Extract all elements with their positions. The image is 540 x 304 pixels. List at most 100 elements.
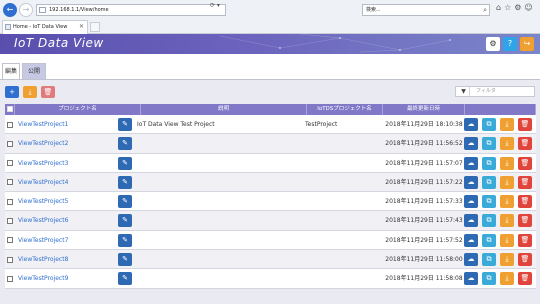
- tab-title: Home - IoT Data View: [13, 24, 68, 30]
- export-icon[interactable]: ⤓: [500, 272, 514, 286]
- copy-icon[interactable]: ⧉: [482, 118, 496, 131]
- filter-input[interactable]: ▼ フィルタ: [455, 86, 535, 97]
- copy-icon[interactable]: ⧉: [482, 214, 496, 228]
- export-icon[interactable]: ⤓: [500, 214, 514, 228]
- row-checkbox[interactable]: [7, 198, 13, 205]
- project-name-link[interactable]: ViewTestProject4: [18, 173, 114, 192]
- copy-icon[interactable]: ⧉: [482, 272, 496, 286]
- back-button[interactable]: ←: [3, 3, 17, 17]
- publish-icon[interactable]: ☁: [464, 272, 478, 286]
- table-row: ViewTestProject3 ✎ 2018年11月29日 11:57:07 …: [5, 153, 536, 173]
- copy-icon[interactable]: ⧉: [482, 195, 496, 209]
- header-iotds-project[interactable]: IoTDSプロジェクト名: [307, 104, 383, 115]
- delete-icon[interactable]: 🗑: [518, 272, 532, 286]
- browser-chrome: ← → 192.168.1.1/View/home ⟳ ▾ 検索... ⌕ ⌂☆…: [0, 0, 540, 34]
- tab-close-icon[interactable]: ✕: [79, 21, 84, 33]
- delete-icon[interactable]: 🗑: [518, 195, 532, 209]
- project-name-link[interactable]: ViewTestProject2: [18, 134, 114, 153]
- table-row: ViewTestProject5 ✎ 2018年11月29日 11:57:33 …: [5, 192, 536, 212]
- edit-icon[interactable]: ✎: [118, 214, 132, 228]
- delete-icon[interactable]: 🗑: [518, 214, 532, 228]
- export-icon[interactable]: ⤓: [500, 137, 514, 151]
- edit-icon[interactable]: ✎: [118, 175, 132, 189]
- publish-icon[interactable]: ☁: [464, 175, 478, 189]
- import-button[interactable]: ⤓: [23, 86, 37, 98]
- edit-icon[interactable]: ✎: [118, 233, 132, 247]
- forward-button[interactable]: →: [19, 3, 33, 17]
- tab-band: [0, 54, 540, 79]
- publish-icon[interactable]: ☁: [464, 233, 478, 247]
- export-icon[interactable]: ⤓: [500, 233, 514, 247]
- settings-button[interactable]: ⚙: [486, 37, 500, 51]
- export-icon[interactable]: ⤓: [500, 195, 514, 209]
- browser-search-input[interactable]: 検索... ⌕: [362, 4, 490, 16]
- star-icon[interactable]: ☆: [504, 3, 514, 12]
- home-icon[interactable]: ⌂: [496, 3, 504, 12]
- publish-icon[interactable]: ☁: [464, 118, 478, 131]
- row-checkbox[interactable]: [7, 121, 13, 128]
- delete-icon[interactable]: 🗑: [518, 137, 532, 151]
- copy-icon[interactable]: ⧉: [482, 156, 496, 170]
- row-checkbox[interactable]: [7, 140, 13, 147]
- gear-icon[interactable]: ⚙: [514, 3, 524, 12]
- edit-icon[interactable]: ✎: [118, 156, 132, 170]
- browser-tab[interactable]: Home - IoT Data View ✕: [2, 20, 88, 34]
- delete-icon[interactable]: 🗑: [518, 118, 532, 131]
- search-icon[interactable]: ⌕: [483, 5, 487, 15]
- refresh-icon[interactable]: ⟳ ▾: [210, 2, 220, 9]
- table-header: プロジェクト名 説明 IoTDSプロジェクト名 最終更新日時: [5, 104, 536, 115]
- help-button[interactable]: ?: [503, 37, 517, 51]
- edit-icon[interactable]: ✎: [118, 253, 132, 267]
- project-name-link[interactable]: ViewTestProject5: [18, 192, 114, 211]
- edit-icon[interactable]: ✎: [118, 137, 132, 151]
- delete-icon[interactable]: 🗑: [518, 233, 532, 247]
- row-checkbox[interactable]: [7, 237, 13, 244]
- header-last-updated[interactable]: 最終更新日時: [383, 104, 465, 115]
- publish-icon[interactable]: ☁: [464, 156, 478, 170]
- header-project-name[interactable]: プロジェクト名: [15, 104, 141, 115]
- copy-icon[interactable]: ⧉: [482, 233, 496, 247]
- row-checkbox[interactable]: [7, 160, 13, 167]
- delete-icon[interactable]: 🗑: [518, 156, 532, 170]
- address-bar[interactable]: 192.168.1.1/View/home: [36, 4, 226, 16]
- header-description[interactable]: 説明: [141, 104, 307, 115]
- edit-icon[interactable]: ✎: [118, 118, 132, 131]
- row-checkbox-cell: [7, 192, 15, 211]
- export-icon[interactable]: ⤓: [500, 253, 514, 267]
- project-name-link[interactable]: ViewTestProject7: [18, 231, 114, 250]
- export-icon[interactable]: ⤓: [500, 156, 514, 170]
- export-icon[interactable]: ⤓: [500, 118, 514, 131]
- edit-icon[interactable]: ✎: [118, 272, 132, 286]
- project-name-link[interactable]: ViewTestProject9: [18, 269, 114, 288]
- project-name-link[interactable]: ViewTestProject3: [18, 154, 114, 173]
- row-checkbox[interactable]: [7, 217, 13, 224]
- copy-icon[interactable]: ⧉: [482, 175, 496, 189]
- project-name-link[interactable]: ViewTestProject6: [18, 211, 114, 230]
- export-icon[interactable]: ⤓: [500, 175, 514, 189]
- add-project-button[interactable]: +: [5, 86, 19, 98]
- project-name-link[interactable]: ViewTestProject8: [18, 250, 114, 269]
- publish-icon[interactable]: ☁: [464, 214, 478, 228]
- publish-icon[interactable]: ☁: [464, 195, 478, 209]
- copy-icon[interactable]: ⧉: [482, 137, 496, 151]
- edit-icon[interactable]: ✎: [118, 195, 132, 209]
- logout-button[interactable]: ↪: [520, 37, 534, 51]
- last-updated: 2018年11月29日 11:58:08: [385, 275, 463, 283]
- delete-selected-button[interactable]: 🗑: [41, 86, 55, 98]
- new-tab-button[interactable]: [90, 22, 100, 32]
- row-checkbox[interactable]: [7, 179, 13, 186]
- browser-toolbar-icons: ⌂☆⚙☺: [496, 3, 536, 12]
- tab-publish[interactable]: 公開: [22, 63, 46, 79]
- publish-icon[interactable]: ☁: [464, 253, 478, 267]
- row-checkbox[interactable]: [7, 275, 13, 282]
- publish-icon[interactable]: ☁: [464, 137, 478, 151]
- tab-edit[interactable]: 編集: [2, 63, 20, 79]
- smiley-icon[interactable]: ☺: [524, 3, 535, 12]
- iotds-project-name: [305, 211, 381, 230]
- row-checkbox[interactable]: [7, 256, 13, 263]
- delete-icon[interactable]: 🗑: [518, 253, 532, 267]
- copy-icon[interactable]: ⧉: [482, 253, 496, 267]
- select-all-checkbox[interactable]: [6, 105, 13, 112]
- delete-icon[interactable]: 🗑: [518, 175, 532, 189]
- project-name-link[interactable]: ViewTestProject1: [18, 115, 114, 134]
